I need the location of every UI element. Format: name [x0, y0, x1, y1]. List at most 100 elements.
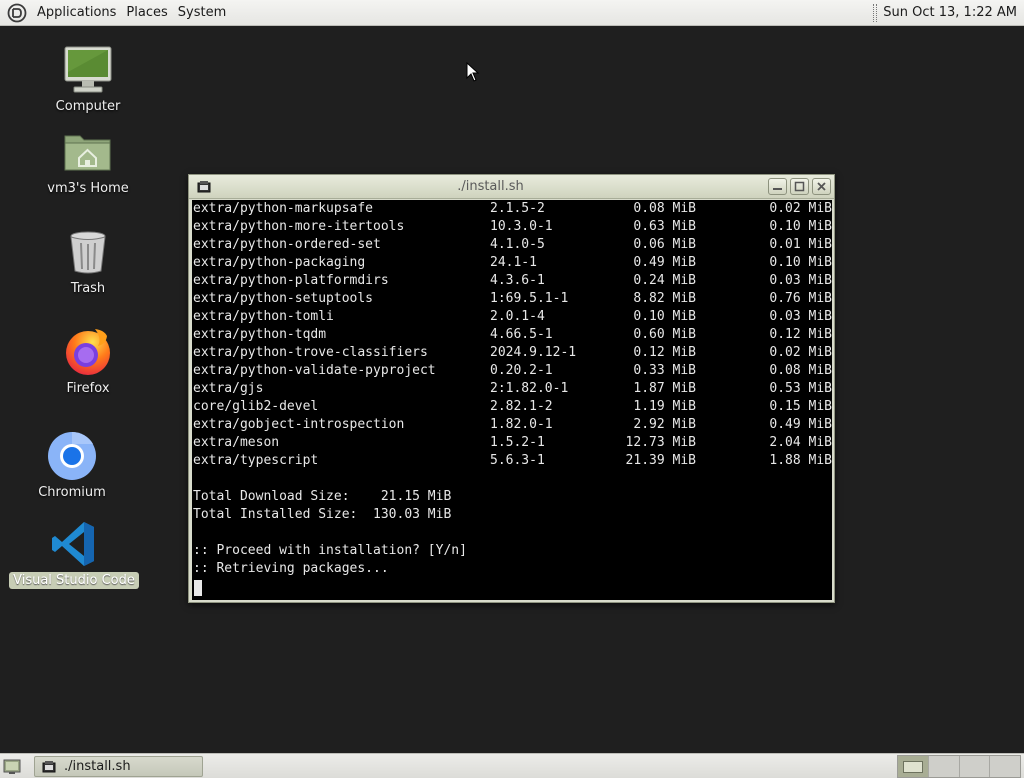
package-name: extra/python-tomli	[193, 309, 334, 324]
firefox-icon	[62, 326, 114, 378]
package-row: extra/meson 1.5.2-1 12.73 MiB 2.04 MiB	[192, 434, 832, 452]
package-download-size: 8.82 MiB	[633, 291, 696, 306]
package-name: extra/gobject-introspection	[193, 417, 405, 432]
package-row: extra/python-markupsafe 2.1.5-2 0.08 MiB 0.…	[192, 200, 832, 218]
terminal-app-icon	[40, 758, 58, 776]
package-version: 2024.9.12-1	[490, 345, 577, 360]
terminal-app-icon[interactable]	[195, 178, 213, 196]
package-installed-size: 0.12 MiB	[769, 327, 832, 342]
desktop-icon-label: Trash	[70, 281, 106, 296]
taskbar-item-install-sh[interactable]: ./install.sh	[34, 756, 203, 777]
retrieving-message: :: Retrieving packages...	[193, 561, 389, 576]
package-row: extra/gjs 2:1.82.0-1 1.87 MiB 0.53 MiB	[192, 380, 832, 398]
desktop-icon-label: Chromium	[38, 485, 106, 500]
package-download-size: 1.19 MiB	[633, 399, 696, 414]
package-version: 24.1-1	[490, 255, 537, 270]
minimize-button[interactable]	[768, 178, 787, 195]
package-version: 0.20.2-1	[490, 363, 553, 378]
desktop-icon-label: Visual Studio Code	[9, 572, 139, 589]
home-folder-icon	[62, 126, 114, 178]
package-row: extra/python-platformdirs 4.3.6-1 0.24 MiB…	[192, 272, 832, 290]
menu-system[interactable]: System	[173, 0, 231, 26]
package-download-size: 0.63 MiB	[633, 219, 696, 234]
package-version: 4.66.5-1	[490, 327, 553, 342]
panel-handle[interactable]	[873, 3, 878, 22]
package-download-size: 21.39 MiB	[625, 453, 696, 468]
package-version: 2.82.1-2	[490, 399, 553, 414]
package-version: 1.82.0-1	[490, 417, 553, 432]
desktop-icon-label: Computer	[55, 99, 121, 114]
desktop-icon-chromium[interactable]: Chromium	[7, 430, 137, 501]
install-prompt: :: Proceed with installation? [Y/n]	[193, 543, 467, 558]
show-desktop-button[interactable]	[2, 757, 22, 776]
package-name: extra/python-tqdm	[193, 327, 327, 342]
close-button[interactable]	[812, 178, 831, 195]
package-name: core/glib2-devel	[193, 399, 319, 414]
clock[interactable]: Sun Oct 13, 1:22 AM	[883, 0, 1024, 26]
package-row: extra/python-validate-pyproject 0.20.2-1 0…	[192, 362, 832, 380]
package-download-size: 1.87 MiB	[633, 381, 696, 396]
package-row: extra/python-ordered-set 4.1.0-5 0.06 MiB 0…	[192, 236, 832, 254]
show-desktop-icon	[3, 759, 21, 774]
close-icon	[817, 182, 826, 191]
desktop-icon-vscode[interactable]: Visual Studio Code	[9, 518, 139, 589]
package-version: 4.1.0-5	[490, 237, 545, 252]
package-download-size: 0.24 MiB	[633, 273, 696, 288]
package-row: extra/python-tomli 2.0.1-4 0.10 MiB 0.03 Mi…	[192, 308, 832, 326]
chromium-icon	[46, 430, 98, 482]
desktop-icon-firefox[interactable]: Firefox	[23, 326, 153, 397]
mouse-pointer-icon	[466, 62, 480, 82]
workspace-switcher[interactable]	[897, 755, 1021, 778]
workspace-1[interactable]	[898, 756, 929, 777]
package-name: extra/meson	[193, 435, 280, 450]
package-installed-size: 0.08 MiB	[769, 363, 832, 378]
package-name: extra/typescript	[193, 453, 319, 468]
menu-places[interactable]: Places	[121, 0, 172, 26]
package-installed-size: 0.03 MiB	[769, 273, 832, 288]
terminal-output[interactable]: extra/python-markupsafe 2.1.5-2 0.08 MiB 0.…	[192, 200, 832, 600]
package-version: 2:1.82.0-1	[490, 381, 569, 396]
minimize-icon	[773, 188, 782, 190]
terminal-window[interactable]: ./install.sh extra/python-markupsafe 2.1.…	[188, 174, 835, 603]
package-installed-size: 0.10 MiB	[769, 219, 832, 234]
package-version: 10.3.0-1	[490, 219, 553, 234]
package-download-size: 0.10 MiB	[633, 309, 696, 324]
workspace-3[interactable]	[959, 756, 991, 777]
package-installed-size: 2.04 MiB	[769, 435, 832, 450]
package-row: extra/python-setuptools 1:69.5.1-1 8.82 Mi…	[192, 290, 832, 308]
package-row: extra/python-packaging 24.1-1 0.49 MiB 0.10…	[192, 254, 832, 272]
distro-logo-icon[interactable]	[6, 2, 28, 24]
package-row: extra/python-more-itertools 10.3.0-1 0.63 …	[192, 218, 832, 236]
package-version: 5.6.3-1	[490, 453, 545, 468]
desktop-icon-trash[interactable]: Trash	[23, 226, 153, 297]
bottom-panel: ./install.sh	[0, 753, 1024, 778]
package-download-size: 0.08 MiB	[633, 201, 696, 216]
maximize-icon	[794, 181, 805, 192]
desktop-icon-label: Firefox	[66, 381, 110, 396]
package-installed-size: 1.88 MiB	[769, 453, 832, 468]
desktop-icon-home[interactable]: vm3's Home	[23, 126, 153, 197]
desktop-icon-computer[interactable]: Computer	[23, 44, 153, 115]
window-titlebar[interactable]: ./install.sh	[189, 175, 834, 199]
package-installed-size: 0.49 MiB	[769, 417, 832, 432]
package-version: 2.0.1-4	[490, 309, 545, 324]
package-download-size: 0.33 MiB	[633, 363, 696, 378]
package-name: extra/python-trove-classifiers	[193, 345, 428, 360]
package-name: extra/python-markupsafe	[193, 201, 374, 216]
package-version: 4.3.6-1	[490, 273, 545, 288]
package-name: extra/python-platformdirs	[193, 273, 389, 288]
workspace-4[interactable]	[990, 756, 1020, 777]
package-row: core/glib2-devel 2.82.1-2 1.19 MiB 0.15 MiB	[192, 398, 832, 416]
package-row: extra/python-tqdm 4.66.5-1 0.60 MiB 0.12 Mi…	[192, 326, 832, 344]
window-title: ./install.sh	[457, 179, 524, 194]
trash-icon	[62, 226, 114, 278]
maximize-button[interactable]	[790, 178, 809, 195]
desktop-icon-label: vm3's Home	[47, 181, 129, 196]
package-download-size: 0.49 MiB	[633, 255, 696, 270]
workspace-2[interactable]	[928, 756, 960, 777]
package-download-size: 12.73 MiB	[625, 435, 696, 450]
menu-applications[interactable]: Applications	[32, 0, 121, 26]
package-name: extra/python-packaging	[193, 255, 366, 270]
package-name: extra/python-ordered-set	[193, 237, 381, 252]
